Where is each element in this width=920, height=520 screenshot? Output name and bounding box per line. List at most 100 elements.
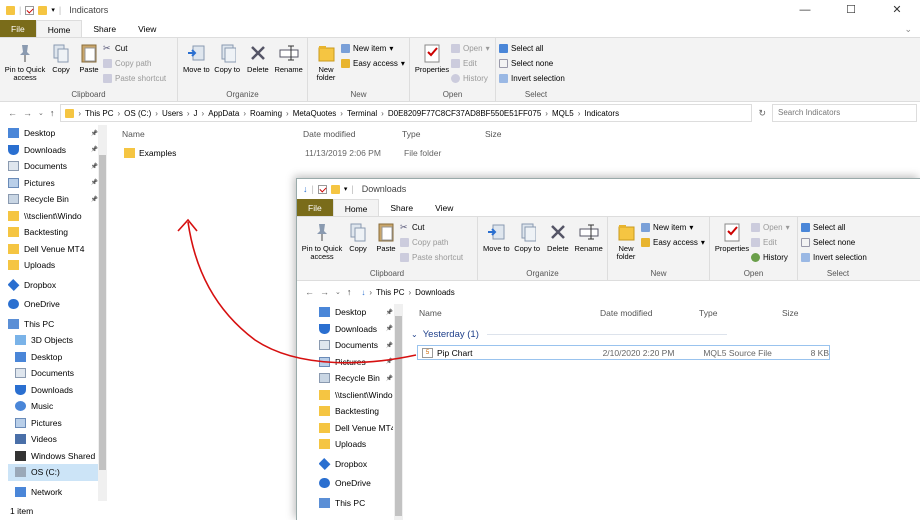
pin-icon[interactable]: 📌 (386, 375, 393, 382)
nav-item[interactable]: Dropbox (319, 456, 393, 473)
col-type[interactable]: Type (699, 308, 782, 318)
breadcrumb-item[interactable]: MetaQuotes (293, 109, 337, 118)
nav-item[interactable]: Videos (8, 431, 98, 448)
nav-item[interactable]: Dell Venue MT4 (319, 420, 393, 437)
close-button[interactable]: ✕ (874, 0, 920, 20)
nav-item[interactable]: Dropbox (8, 277, 98, 294)
select-all-button[interactable]: Select all (801, 221, 867, 233)
tab-file[interactable]: File (297, 199, 333, 216)
select-none-button[interactable]: Select none (801, 236, 867, 248)
col-size[interactable]: Size (485, 129, 502, 139)
nav-item[interactable]: OneDrive (8, 296, 98, 313)
easy-access-button[interactable]: Easy access ▾ (341, 57, 405, 69)
breadcrumb[interactable]: › This PC › OS (C:) › Users › J › AppData › Roaming… (60, 104, 753, 122)
new-folder-quick-icon[interactable] (38, 5, 48, 15)
paste-button[interactable]: Paste (75, 40, 103, 74)
nav-item[interactable]: Pictures 📌 (319, 354, 393, 371)
pin-icon[interactable]: 📌 (91, 146, 98, 153)
breadcrumb-separator-icon[interactable]: › (202, 109, 205, 118)
copy-to-button[interactable]: Copy to (212, 40, 243, 74)
breadcrumb-separator-icon[interactable]: › (369, 288, 372, 297)
breadcrumb-item[interactable]: MQL5 (552, 109, 574, 118)
chevron-down-icon[interactable]: ▾ (344, 185, 348, 193)
breadcrumb-separator-icon[interactable]: › (78, 109, 81, 118)
nav-item[interactable]: \\tsclient\Windo (319, 387, 393, 404)
cut-button[interactable]: ✂ Cut (400, 221, 463, 233)
tab-home[interactable]: Home (332, 199, 380, 216)
rename-button[interactable]: Rename (273, 40, 304, 74)
nav-item[interactable]: Desktop 📌 (319, 304, 393, 321)
breadcrumb-item[interactable]: OS (C:) (124, 109, 151, 118)
nav-item[interactable]: Desktop (8, 349, 98, 366)
pin-icon[interactable]: 📌 (386, 358, 393, 365)
nav-item[interactable]: Documents 📌 (319, 337, 393, 354)
breadcrumb[interactable]: ↓ › This PC › Downloads (357, 283, 920, 301)
breadcrumb-item[interactable]: Downloads (415, 288, 455, 297)
nav-item[interactable]: Uploads (8, 257, 98, 274)
nav-item[interactable]: Downloads 📌 (8, 142, 98, 159)
group-header[interactable]: ⌄ Yesterday (1) (411, 329, 727, 340)
copy-to-button[interactable]: Copy to (512, 219, 543, 253)
back-arrow-icon[interactable]: ← (8, 108, 17, 118)
nav-item[interactable]: OneDrive (319, 475, 393, 492)
rename-button[interactable]: Rename (573, 219, 604, 253)
nav-item[interactable]: Downloads (8, 382, 98, 399)
pin-icon[interactable]: 📌 (91, 179, 98, 186)
up-arrow-icon[interactable]: ↑ (50, 108, 55, 118)
tab-home[interactable]: Home (35, 20, 83, 37)
nav-item[interactable]: OS (C:) (8, 464, 98, 481)
maximize-button[interactable]: ☐ (828, 0, 874, 20)
nav-item[interactable]: This PC (319, 495, 393, 512)
pin-icon[interactable]: 📌 (91, 163, 98, 170)
new-folder-button[interactable]: New folder (311, 40, 341, 82)
move-to-button[interactable]: Move to (481, 219, 512, 253)
col-name[interactable]: Name (419, 308, 600, 318)
copy-path-button[interactable]: Copy path (103, 57, 166, 69)
nav-item[interactable]: Recycle Bin 📌 (319, 370, 393, 387)
new-folder-quick-icon[interactable] (330, 184, 340, 194)
nav-item[interactable]: Uploads (319, 436, 393, 453)
refresh-icon[interactable]: ↻ (758, 108, 766, 119)
nav-item[interactable]: \\tsclient\Windo (8, 208, 98, 225)
paste-shortcut-button[interactable]: Paste shortcut (103, 72, 166, 84)
paste-button[interactable]: Paste (372, 219, 400, 253)
breadcrumb-separator-icon[interactable]: › (545, 109, 548, 118)
nav-item[interactable]: Recycle Bin 📌 (8, 191, 98, 208)
properties-quick-icon[interactable] (25, 5, 35, 15)
pin-icon[interactable]: 📌 (386, 309, 393, 316)
properties-button[interactable]: Properties (713, 219, 751, 253)
tab-view[interactable]: View (424, 199, 464, 216)
nav-item[interactable]: Documents 📌 (8, 158, 98, 175)
select-all-button[interactable]: Select all (499, 42, 565, 54)
breadcrumb-item[interactable]: Terminal (347, 109, 377, 118)
breadcrumb-separator-icon[interactable]: › (155, 109, 158, 118)
breadcrumb-item[interactable]: Users (162, 109, 183, 118)
delete-button[interactable]: Delete (243, 40, 274, 74)
breadcrumb-item[interactable]: AppData (208, 109, 239, 118)
pin-icon[interactable]: 📌 (91, 130, 98, 137)
pin-to-quick-access-button[interactable]: Pin to Quick access (3, 40, 47, 82)
breadcrumb-separator-icon[interactable]: › (187, 109, 190, 118)
copy-path-button[interactable]: Copy path (400, 236, 463, 248)
nav-item[interactable]: Downloads 📌 (319, 321, 393, 338)
forward-arrow-icon[interactable]: → (23, 108, 32, 118)
pin-icon[interactable]: 📌 (91, 196, 98, 203)
up-arrow-icon[interactable]: ↑ (347, 287, 352, 297)
breadcrumb-item[interactable]: Roaming (250, 109, 282, 118)
back-arrow-icon[interactable]: ← (305, 287, 314, 297)
easy-access-button[interactable]: Easy access ▾ (641, 236, 705, 248)
pin-to-quick-access-button[interactable]: Pin to Quick access (300, 219, 344, 261)
copy-button[interactable]: Copy (344, 219, 372, 253)
col-size[interactable]: Size (782, 308, 799, 318)
chevron-down-icon[interactable]: ▾ (51, 6, 55, 14)
recent-chevron-icon[interactable]: ⌄ (335, 288, 341, 296)
nav-item[interactable]: Documents (8, 365, 98, 382)
breadcrumb-separator-icon[interactable]: › (578, 109, 581, 118)
breadcrumb-separator-icon[interactable]: › (381, 109, 384, 118)
new-item-button[interactable]: New item ▾ (641, 221, 705, 233)
properties-button[interactable]: Properties (413, 40, 451, 74)
breadcrumb-separator-icon[interactable]: › (286, 109, 289, 118)
cut-button[interactable]: ✂ Cut (103, 42, 166, 54)
breadcrumb-separator-icon[interactable]: › (409, 288, 412, 297)
nav-item[interactable]: Backtesting (8, 224, 98, 241)
